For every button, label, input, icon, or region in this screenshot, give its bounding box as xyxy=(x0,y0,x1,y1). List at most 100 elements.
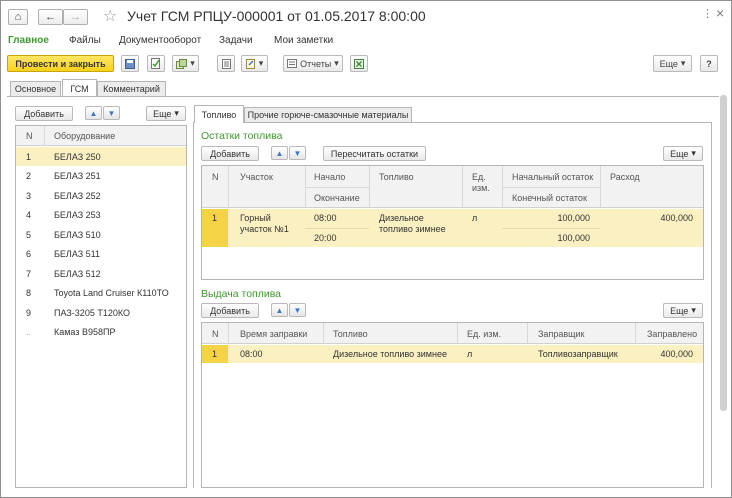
left-more-button[interactable]: Еще ▾ xyxy=(146,106,186,121)
chevron-down-icon: ▾ xyxy=(691,305,696,315)
column-header-start[interactable]: Начало xyxy=(314,172,345,182)
table-row-name[interactable]: БЕЛАЗ 510 xyxy=(54,230,101,240)
column-header-expense[interactable]: Расход xyxy=(610,172,640,182)
export-button[interactable] xyxy=(350,55,368,72)
fuel-issue-add-button[interactable]: Добавить xyxy=(201,303,259,318)
header-divider xyxy=(228,323,229,344)
table-row-selected[interactable] xyxy=(202,345,703,363)
table-row-name[interactable]: Toyota Land Cruiser К110ТО xyxy=(54,288,169,298)
column-header-equipment[interactable]: Оборудование xyxy=(54,131,115,141)
table-row-name[interactable]: БЕЛАЗ 252 xyxy=(54,191,101,201)
row-amount: 400,000 xyxy=(660,349,693,359)
fuel-balance-down-button[interactable]: ▼ xyxy=(289,146,306,160)
arrow-down-icon: ▼ xyxy=(293,305,302,315)
right-panel-border xyxy=(193,122,194,488)
menu-notes[interactable]: Мои заметки xyxy=(274,35,333,46)
left-add-button[interactable]: Добавить xyxy=(15,106,73,121)
table-row-selected[interactable] xyxy=(16,147,186,166)
more-button[interactable]: Еще ▾ xyxy=(653,55,692,72)
reports-button[interactable]: Отчеты ▾ xyxy=(283,55,343,72)
close-icon[interactable]: × xyxy=(716,5,724,21)
tab-comment[interactable]: Комментарий xyxy=(97,81,166,96)
post-and-close-button[interactable]: Провести и закрыть xyxy=(7,55,114,72)
menu-docflow[interactable]: Документооборот xyxy=(119,35,201,46)
move-up-button[interactable]: ▲ xyxy=(85,106,102,120)
column-header-unit[interactable]: Ед. изм. xyxy=(472,172,496,194)
row-n: 1 xyxy=(212,213,218,223)
menu-main[interactable]: Главное xyxy=(8,35,49,46)
column-header-n[interactable]: N xyxy=(212,329,219,339)
column-header-n[interactable]: N xyxy=(212,172,219,182)
post-button[interactable] xyxy=(147,55,165,72)
save-button[interactable] xyxy=(121,55,139,72)
post-document-icon xyxy=(151,58,160,69)
column-header-n[interactable]: N xyxy=(26,131,33,141)
header-mid-divider xyxy=(502,187,600,188)
column-header-start-balance[interactable]: Начальный остаток xyxy=(512,172,593,182)
column-header-area[interactable]: Участок xyxy=(240,172,273,182)
home-button[interactable]: ⌂ xyxy=(8,9,28,25)
table-row-name[interactable]: БЕЛАЗ 511 xyxy=(54,249,100,259)
header-divider xyxy=(600,166,601,208)
table-row-name[interactable]: БЕЛАЗ 512 xyxy=(54,269,101,279)
fuel-issue-down-button[interactable]: ▼ xyxy=(289,303,306,317)
fuel-balance-more-button[interactable]: Еще ▾ xyxy=(663,146,703,161)
fuel-issue-more-button[interactable]: Еще ▾ xyxy=(663,303,703,318)
table-row-name[interactable]: Камаз В958ПР xyxy=(54,327,115,337)
list-button[interactable] xyxy=(217,55,235,72)
table-row-name[interactable]: БЕЛАЗ 253 xyxy=(54,210,101,220)
tab-main[interactable]: Основное xyxy=(10,81,61,96)
column-header-time[interactable]: Время заправки xyxy=(240,329,307,339)
more-vertical-icon[interactable]: ⋮ xyxy=(702,7,713,20)
forward-button[interactable]: → xyxy=(63,9,88,25)
reports-label: Отчеты xyxy=(300,58,332,69)
help-button[interactable]: ? xyxy=(700,55,718,72)
tab-fuel[interactable]: Топливо xyxy=(194,105,244,123)
table-row-n: 7 xyxy=(26,269,32,279)
menu-tasks[interactable]: Задачи xyxy=(219,35,253,46)
row-n: 1 xyxy=(212,349,218,359)
left-more-label: Еще xyxy=(153,108,172,119)
table-row-n: .. xyxy=(26,327,32,337)
header-divider xyxy=(527,323,528,344)
vertical-scrollbar[interactable] xyxy=(720,95,727,411)
save-icon xyxy=(125,58,135,69)
arrow-up-icon: ▲ xyxy=(89,108,98,118)
arrow-left-icon: ← xyxy=(45,11,56,23)
right-panel-border-right xyxy=(711,122,712,488)
fuel-balance-add-button[interactable]: Добавить xyxy=(201,146,259,161)
fuel-issue-up-button[interactable]: ▲ xyxy=(271,303,288,317)
row-fuel: Дизельное топливо зимнее xyxy=(379,213,446,234)
row-end: 20:00 xyxy=(314,233,337,243)
fuel-balance-up-button[interactable]: ▲ xyxy=(271,146,288,160)
arrow-up-icon: ▲ xyxy=(275,148,284,158)
table-row-name[interactable]: ПАЗ-3205 Т120КО xyxy=(54,308,130,318)
table-row-n: 3 xyxy=(26,191,32,201)
chevron-down-icon: ▾ xyxy=(258,58,264,68)
row-area: Горный участок №1 xyxy=(240,213,289,234)
column-header-fuel[interactable]: Топливо xyxy=(333,329,368,339)
tab-other-lubricants[interactable]: Прочие горюче-смазочные материалы xyxy=(244,107,412,122)
header-divider xyxy=(369,166,370,208)
create-based-on-button[interactable]: ▾ xyxy=(172,55,199,72)
menu-files[interactable]: Файлы xyxy=(69,35,101,46)
column-header-unit[interactable]: Ед. изм. xyxy=(467,329,501,339)
favorite-star-icon[interactable]: ☆ xyxy=(103,6,117,26)
table-row-name[interactable]: БЕЛАЗ 251 xyxy=(54,171,101,181)
header-divider xyxy=(457,323,458,344)
back-button[interactable]: ← xyxy=(38,9,63,25)
column-header-amount[interactable]: Заправлено xyxy=(647,329,697,339)
column-header-end-balance[interactable]: Конечный остаток xyxy=(512,193,587,203)
table-row-n: 1 xyxy=(26,152,32,162)
column-header-refueler[interactable]: Заправщик xyxy=(538,329,584,339)
recalculate-balance-button[interactable]: Пересчитать остатки xyxy=(323,146,426,161)
row-unit: л xyxy=(472,213,478,223)
attach-button[interactable]: ▾ xyxy=(241,55,268,72)
fuel-balance-title: Остатки топлива xyxy=(201,130,283,142)
chevron-down-icon: ▾ xyxy=(334,58,339,68)
tab-gsm[interactable]: ГСМ xyxy=(62,79,97,97)
header-mid-divider xyxy=(305,187,369,188)
move-down-button[interactable]: ▼ xyxy=(103,106,120,120)
column-header-fuel[interactable]: Топливо xyxy=(379,172,414,182)
column-header-end[interactable]: Окончание xyxy=(314,193,360,203)
